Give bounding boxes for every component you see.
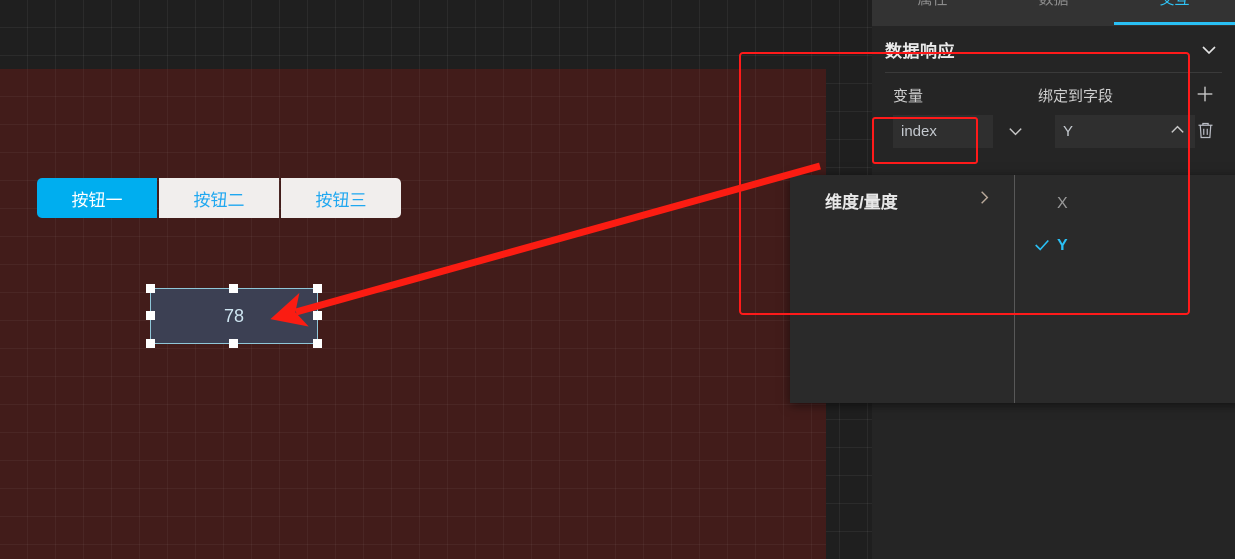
selected-text-widget-value: 78 xyxy=(223,305,245,326)
binding-row-actions xyxy=(1192,81,1218,143)
resize-handle-middle-right[interactable] xyxy=(313,311,322,320)
field-select-value: Y xyxy=(1063,123,1074,140)
chevron-right-icon xyxy=(975,188,994,212)
artboard[interactable] xyxy=(0,69,826,559)
variable-select[interactable]: index xyxy=(893,115,993,148)
field-select[interactable]: Y xyxy=(1055,115,1195,148)
design-canvas[interactable]: 按钮一 按钮二 按钮三 78 xyxy=(0,0,872,559)
chevron-up-icon[interactable] xyxy=(1168,120,1187,143)
canvas-button-3-label: 按钮三 xyxy=(315,190,367,210)
resize-handle-bottom-right[interactable] xyxy=(313,339,322,348)
tab-properties[interactable]: 属性 xyxy=(872,0,993,26)
column-header-field: 绑定到字段 xyxy=(1038,88,1114,105)
button-group-widget[interactable]: 按钮一 按钮二 按钮三 xyxy=(37,178,401,218)
dropdown-item-dimension-measure[interactable]: 维度/量度 xyxy=(790,175,1014,225)
artboard-grid xyxy=(0,69,826,559)
binding-column-headers: 变量 绑定到字段 xyxy=(872,85,1235,106)
trash-icon[interactable] xyxy=(1192,117,1218,143)
dropdown-option-x[interactable]: X xyxy=(1015,183,1235,225)
plus-icon[interactable] xyxy=(1192,81,1218,107)
inspector-tabbar: 属性 数据 交互 xyxy=(872,0,1235,26)
tab-data-label: 数据 xyxy=(1038,0,1068,7)
selected-text-widget[interactable]: 78 xyxy=(146,284,322,348)
dropdown-options-column: X Y xyxy=(1015,175,1235,403)
variable-select-value: index xyxy=(901,123,937,140)
resize-handle-top-center[interactable] xyxy=(229,284,238,293)
tab-interaction-label: 交互 xyxy=(1159,0,1189,7)
canvas-button-2-label: 按钮二 xyxy=(193,190,245,210)
tab-properties-label: 属性 xyxy=(917,0,947,7)
tab-data[interactable]: 数据 xyxy=(993,0,1114,26)
data-response-section-header[interactable]: 数据响应 xyxy=(872,26,1235,72)
column-header-variable: 变量 xyxy=(893,88,924,105)
resize-handle-middle-left[interactable] xyxy=(146,311,155,320)
tab-interaction[interactable]: 交互 xyxy=(1114,0,1235,26)
dropdown-option-y-label: Y xyxy=(1057,237,1068,254)
check-icon xyxy=(1033,236,1051,254)
chevron-down-icon[interactable] xyxy=(993,115,1038,148)
canvas-button-1-label: 按钮一 xyxy=(71,190,123,210)
resize-handle-bottom-center[interactable] xyxy=(229,339,238,348)
resize-handle-bottom-left[interactable] xyxy=(146,339,155,348)
binding-row: index Y xyxy=(872,115,1235,148)
resize-handle-top-right[interactable] xyxy=(313,284,322,293)
resize-handle-top-left[interactable] xyxy=(146,284,155,293)
app-root: 按钮一 按钮二 按钮三 78 属性 xyxy=(0,0,1235,559)
field-dropdown-menu[interactable]: 维度/量度 X Y xyxy=(790,175,1235,403)
dropdown-option-x-label: X xyxy=(1057,195,1068,212)
canvas-button-3[interactable]: 按钮三 xyxy=(281,178,401,218)
binding-grid: 变量 绑定到字段 index Y xyxy=(872,73,1235,148)
dropdown-categories-column: 维度/量度 xyxy=(790,175,1015,403)
dropdown-item-dimension-measure-label: 维度/量度 xyxy=(825,192,898,212)
canvas-button-2[interactable]: 按钮二 xyxy=(159,178,279,218)
chevron-down-icon[interactable] xyxy=(1199,40,1219,60)
canvas-button-1[interactable]: 按钮一 xyxy=(37,178,157,218)
dropdown-option-y[interactable]: Y xyxy=(1015,225,1235,267)
section-title: 数据响应 xyxy=(885,41,955,61)
